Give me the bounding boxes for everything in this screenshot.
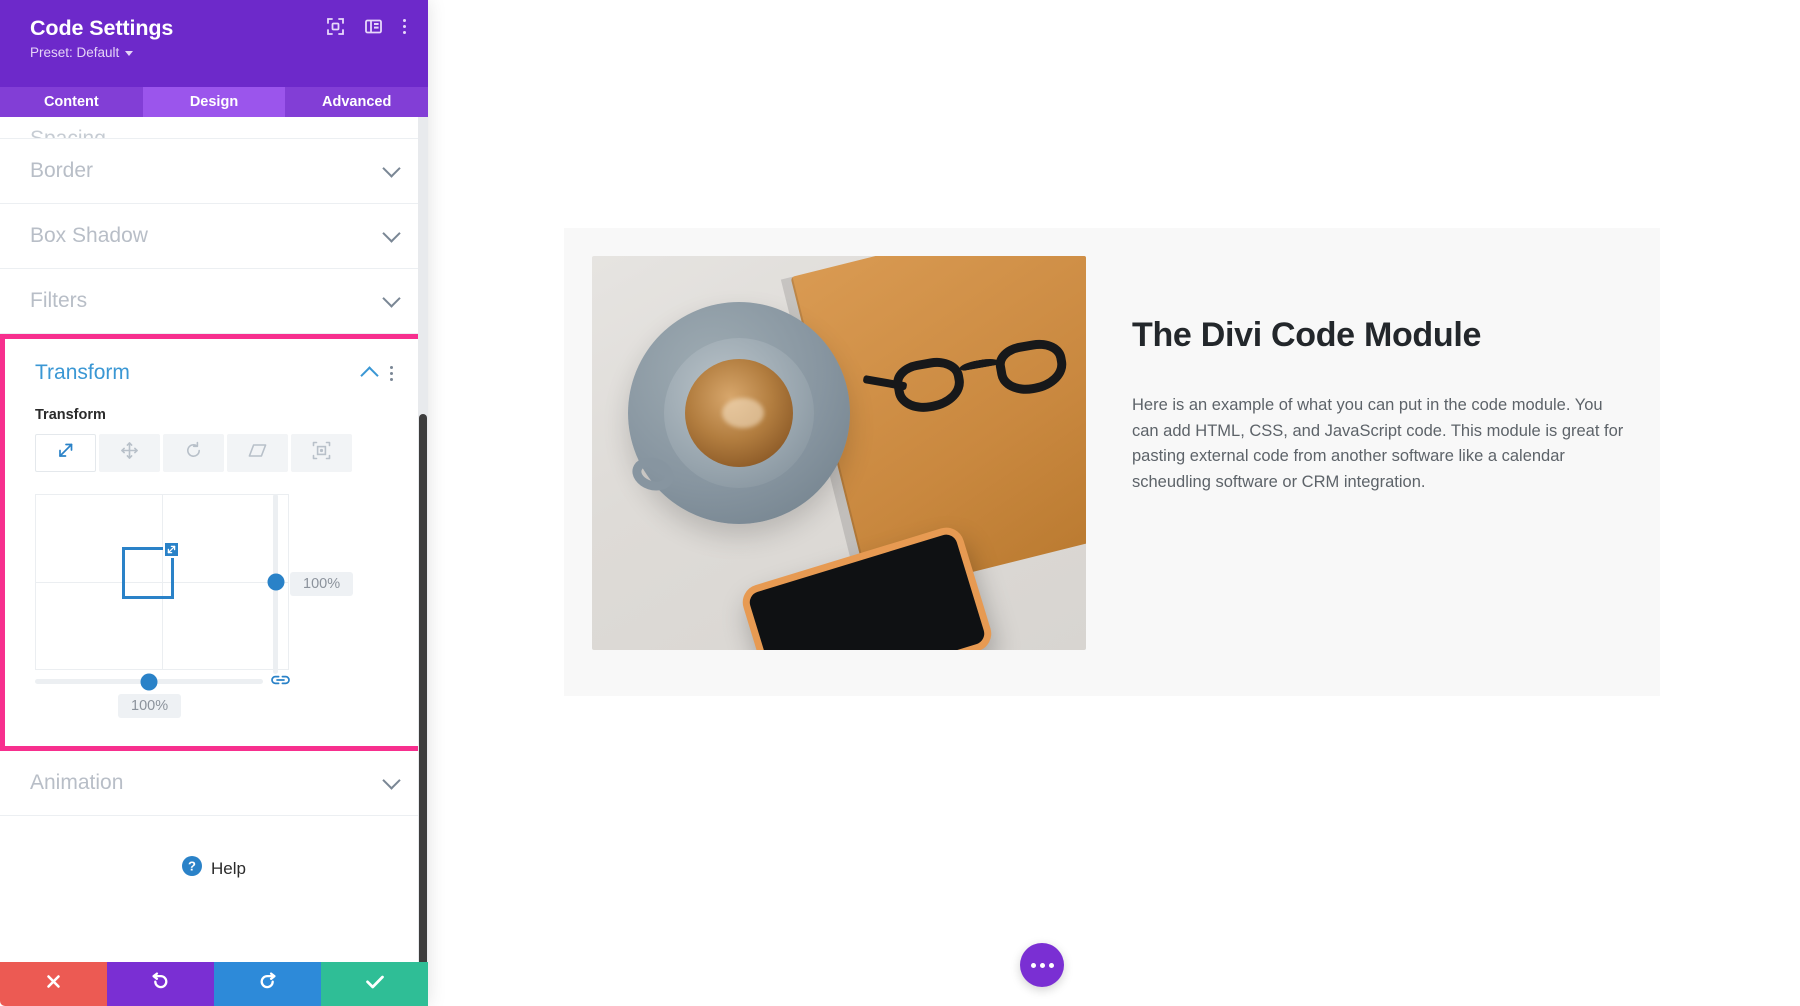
transform-bottom-spacer bbox=[5, 690, 423, 746]
module-heading: The Divi Code Module bbox=[1132, 316, 1482, 354]
panel-scrollbar-thumb[interactable] bbox=[419, 414, 427, 962]
ellipsis-dot bbox=[1030, 962, 1036, 968]
section-filters-label: Filters bbox=[30, 289, 88, 312]
vertical-slider-handle[interactable] bbox=[267, 573, 284, 591]
section-box-shadow[interactable]: Box Shadow bbox=[0, 204, 428, 269]
vertical-scale-value: 100% bbox=[290, 572, 354, 596]
focus-icon[interactable] bbox=[327, 18, 344, 35]
horizontal-scale-slider[interactable] bbox=[35, 673, 263, 690]
transform-header-controls bbox=[360, 364, 393, 385]
section-animation[interactable]: Animation bbox=[0, 751, 428, 816]
cup-handle bbox=[628, 452, 678, 496]
undo-icon bbox=[151, 972, 170, 996]
vertical-scale-slider[interactable] bbox=[267, 494, 284, 674]
code-settings-panel: Code Settings Preset: Default Content De… bbox=[0, 0, 428, 1006]
glasses-left-lens bbox=[890, 353, 969, 417]
check-icon bbox=[365, 973, 385, 995]
cancel-button[interactable] bbox=[0, 962, 107, 1006]
scale-tool-button[interactable] bbox=[35, 434, 96, 472]
panel-tabs: Content Design Advanced bbox=[0, 87, 428, 117]
ellipsis-dot bbox=[1048, 962, 1054, 968]
page-settings-fab[interactable] bbox=[1020, 943, 1064, 987]
panel-scroll-body: Spacing Border Box Shadow Filters Transf… bbox=[0, 117, 428, 962]
redo-icon bbox=[258, 972, 277, 996]
transform-origin-icon bbox=[312, 441, 331, 465]
module-paragraph: Here is an example of what you can put i… bbox=[1132, 396, 1624, 491]
tab-content[interactable]: Content bbox=[0, 87, 143, 117]
panel-footer-actions bbox=[0, 962, 428, 1006]
layout-panel-icon[interactable] bbox=[365, 18, 382, 35]
help-button[interactable]: ? Help bbox=[0, 816, 428, 921]
section-animation-label: Animation bbox=[30, 771, 124, 794]
skew-tool-button[interactable] bbox=[227, 434, 288, 472]
transform-field-label: Transform bbox=[35, 407, 106, 423]
chevron-down-icon bbox=[125, 51, 134, 56]
move-icon bbox=[120, 441, 139, 465]
transform-shape-preview[interactable] bbox=[122, 541, 180, 599]
transform-tool-row bbox=[5, 434, 423, 472]
save-button[interactable] bbox=[321, 962, 428, 1006]
section-border-label: Border bbox=[30, 159, 94, 182]
section-spacing[interactable]: Spacing bbox=[0, 117, 428, 139]
scale-resize-handle[interactable] bbox=[163, 541, 180, 558]
module-photo bbox=[592, 256, 1086, 650]
scale-icon bbox=[56, 441, 75, 465]
panel-header-icons bbox=[327, 18, 406, 35]
skew-icon bbox=[247, 441, 268, 465]
code-module-card[interactable]: The Divi Code Module Here is an example … bbox=[564, 228, 1660, 696]
section-transform: Transform Transform 100% 100% bbox=[0, 334, 428, 751]
undo-button[interactable] bbox=[107, 962, 214, 1006]
coffee-liquid bbox=[685, 359, 793, 467]
svg-text:?: ? bbox=[188, 859, 196, 874]
chevron-down-icon bbox=[382, 158, 401, 178]
section-border[interactable]: Border bbox=[0, 139, 428, 204]
coffee-foam bbox=[721, 397, 764, 428]
coffee-cup bbox=[664, 338, 814, 488]
preset-label: Preset: Default bbox=[30, 45, 120, 60]
chevron-down-icon bbox=[382, 223, 401, 243]
horizontal-slider-handle[interactable] bbox=[140, 673, 158, 690]
question-mark-icon: ? bbox=[182, 856, 203, 881]
redo-button[interactable] bbox=[214, 962, 321, 1006]
tab-advanced[interactable]: Advanced bbox=[285, 87, 428, 117]
chevron-down-icon bbox=[382, 288, 401, 308]
chevron-down-icon bbox=[382, 770, 401, 790]
glasses-right-lens bbox=[992, 335, 1071, 399]
transform-canvas: 100% 100% bbox=[35, 494, 393, 718]
rotate-tool-button[interactable] bbox=[163, 434, 224, 472]
section-box-shadow-label: Box Shadow bbox=[30, 224, 148, 247]
close-icon bbox=[45, 973, 62, 995]
origin-tool-button[interactable] bbox=[291, 434, 352, 472]
ellipsis-dot bbox=[1039, 962, 1045, 968]
help-label: Help bbox=[211, 858, 246, 878]
preset-dropdown[interactable]: Preset: Default bbox=[30, 45, 406, 60]
horizontal-scale-value: 100% bbox=[118, 694, 182, 718]
chevron-up-icon[interactable] bbox=[360, 366, 379, 385]
page-preview-canvas: The Divi Code Module Here is an example … bbox=[428, 0, 1800, 1006]
link-values-icon[interactable] bbox=[271, 672, 290, 693]
section-transform-label: Transform bbox=[35, 361, 130, 384]
module-text-column: The Divi Code Module Here is an example … bbox=[1084, 228, 1660, 495]
glasses-bridge bbox=[958, 356, 1000, 374]
translate-tool-button[interactable] bbox=[99, 434, 160, 472]
module-image-column bbox=[564, 228, 1086, 650]
panel-scrollbar[interactable] bbox=[418, 117, 428, 962]
more-options-icon[interactable] bbox=[403, 19, 406, 34]
transform-grid[interactable] bbox=[35, 494, 289, 670]
tab-design[interactable]: Design bbox=[142, 87, 286, 117]
transform-header[interactable]: Transform bbox=[5, 339, 423, 407]
section-spacing-label: Spacing bbox=[30, 127, 106, 139]
rotate-icon bbox=[184, 441, 203, 465]
transform-options-icon[interactable] bbox=[390, 365, 393, 381]
panel-header: Code Settings Preset: Default bbox=[0, 0, 428, 87]
coffee-saucer bbox=[628, 302, 850, 524]
section-filters[interactable]: Filters bbox=[0, 269, 428, 334]
